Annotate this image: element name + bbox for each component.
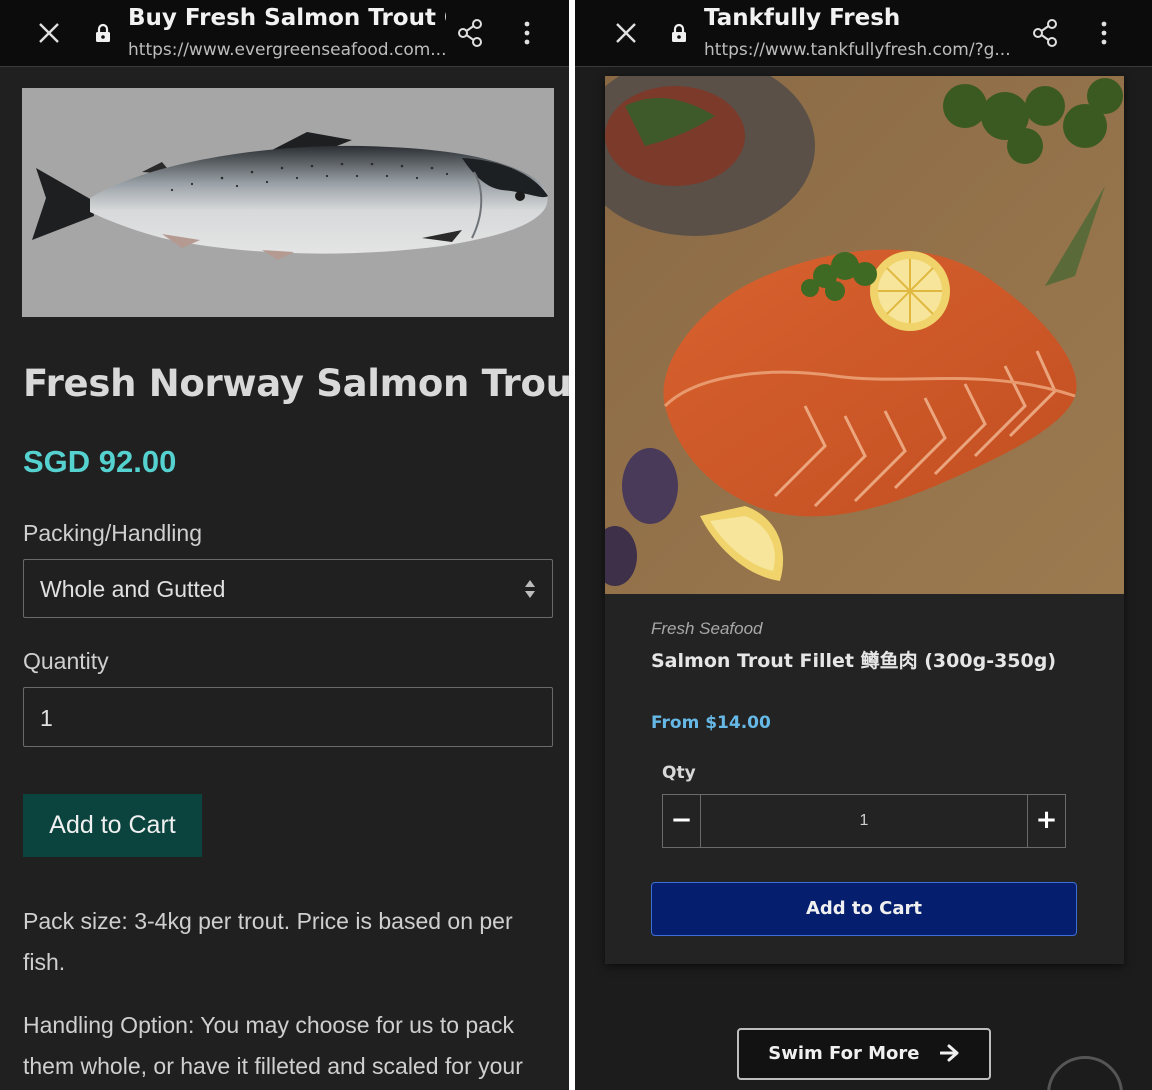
qty-label: Qty (662, 763, 696, 783)
product-image[interactable] (605, 76, 1124, 594)
packing-selected-value: Whole and Gutted (40, 576, 226, 602)
add-to-cart-button[interactable]: Add to Cart (651, 882, 1077, 936)
qty-increment-button[interactable]: + (1027, 795, 1065, 847)
close-icon[interactable] (36, 20, 62, 46)
browser-toolbar: Tankfully Fresh https://www.tankfullyfre… (575, 0, 1152, 67)
desc-line: Pack size: 3-4kg per trout. Price is bas… (23, 908, 513, 934)
swim-for-more-label: Swim For More (768, 1043, 920, 1064)
quantity-input[interactable]: 1 (23, 687, 553, 747)
quantity-label: Quantity (23, 648, 109, 674)
product-price: From $14.00 (651, 713, 771, 733)
browser-toolbar: Buy Fresh Salmon Trout O... https://www.… (0, 0, 569, 67)
close-icon[interactable] (613, 20, 639, 46)
page-url[interactable]: https://www.tankfullyfresh.com/?g... (704, 40, 1026, 60)
more-vert-icon[interactable] (1099, 20, 1109, 46)
more-vert-icon[interactable] (522, 20, 532, 46)
desc-line: Handling Option: You may choose for us t… (23, 1012, 514, 1038)
lock-icon (96, 23, 110, 42)
product-card: Fresh Seafood Salmon Trout Fillet 鳟鱼肉 (3… (605, 76, 1124, 964)
share-icon[interactable] (1031, 18, 1059, 48)
salmon-fillet-image (605, 76, 1124, 594)
product-category: Fresh Seafood (651, 619, 763, 638)
scroll-to-top-button[interactable] (1047, 1056, 1123, 1090)
share-icon[interactable] (456, 18, 484, 48)
product-title: Fresh Norway Salmon Trout (23, 362, 569, 405)
page-url[interactable]: https://www.evergreenseafood.com... (128, 40, 448, 60)
quantity-value: 1 (40, 705, 53, 731)
desc-line: fish. (23, 949, 66, 975)
qty-decrement-button[interactable]: − (663, 795, 701, 847)
quantity-stepper: − 1 + (662, 794, 1066, 848)
packing-label: Packing/Handling (23, 520, 203, 546)
page-title: Tankfully Fresh (704, 5, 901, 31)
lock-icon (672, 23, 686, 42)
add-to-cart-button[interactable]: Add to Cart (23, 794, 202, 857)
product-image[interactable] (22, 88, 554, 317)
product-title[interactable]: Salmon Trout Fillet 鳟鱼肉 (300g-350g) (651, 646, 1056, 673)
salmon-trout-image (32, 132, 548, 260)
packing-select[interactable]: Whole and Gutted (23, 559, 553, 618)
qty-input[interactable]: 1 (701, 812, 1027, 830)
pack-size-description: Pack size: 3-4kg per trout. Price is bas… (23, 901, 553, 983)
page-title: Buy Fresh Salmon Trout O... (128, 5, 446, 31)
desc-line: them whole, or have it filleted and scal… (23, 1053, 523, 1079)
handling-description: Handling Option: You may choose for us t… (23, 1005, 553, 1087)
select-arrows-icon (525, 580, 535, 598)
right-browser-pane: Tankfully Fresh https://www.tankfullyfre… (575, 0, 1152, 1090)
left-browser-pane: Buy Fresh Salmon Trout O... https://www.… (0, 0, 569, 1090)
arrow-right-icon (939, 1044, 959, 1062)
product-price: SGD 92.00 (23, 444, 177, 479)
swim-for-more-button[interactable]: Swim For More (737, 1028, 991, 1080)
